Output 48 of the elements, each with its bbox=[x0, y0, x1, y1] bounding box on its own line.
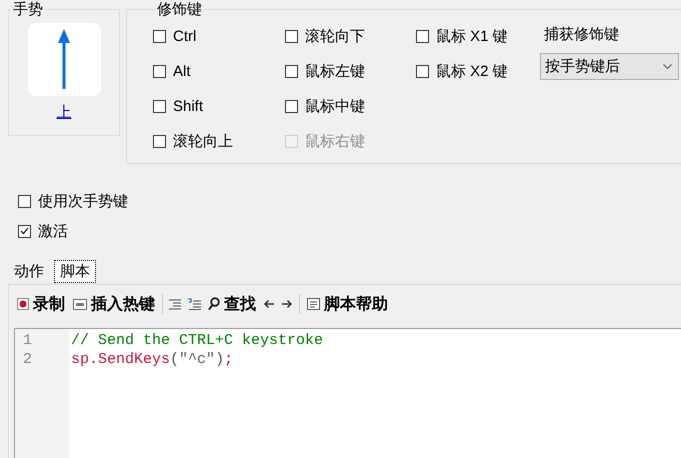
checkbox[interactable] bbox=[285, 65, 298, 78]
checkbox-label: 激活 bbox=[38, 222, 68, 240]
toolbar-button[interactable]: 插入热键 bbox=[72, 294, 156, 314]
checkbox-label: Alt bbox=[173, 63, 191, 80]
toolbar-button[interactable]: 脚本帮助 bbox=[306, 294, 389, 314]
code-line: sp.SendKeys("^c"); bbox=[71, 351, 234, 368]
checkbox[interactable] bbox=[285, 30, 298, 43]
checkbox[interactable] bbox=[153, 100, 166, 113]
line-number: 1 bbox=[23, 332, 34, 351]
checkbox-label: 鼠标中键 bbox=[305, 97, 365, 116]
checkbox-label: Shift bbox=[173, 98, 204, 115]
toolbar-button[interactable]: 录制 bbox=[16, 294, 66, 314]
capture-dropdown[interactable]: 按手势键后 bbox=[540, 53, 679, 80]
arrow-up-icon bbox=[58, 28, 70, 90]
gesture-link[interactable]: 上 bbox=[56, 103, 72, 122]
checkbox-label: 滚轮向上 bbox=[173, 132, 233, 151]
checkbox[interactable] bbox=[285, 100, 298, 113]
checkbox-label: Ctrl bbox=[173, 28, 196, 45]
group-title: 手势 bbox=[12, 0, 44, 19]
arrow-right-icon[interactable] bbox=[281, 299, 293, 309]
checkbox-label: 鼠标 X1 键 bbox=[436, 27, 508, 46]
checkbox[interactable] bbox=[416, 65, 429, 78]
checkbox-label: 滚轮向下 bbox=[305, 27, 365, 46]
field-label: 捕获修饰键 bbox=[544, 25, 620, 45]
document-icon bbox=[307, 298, 320, 310]
indent-icon bbox=[169, 298, 181, 310]
checkbox-label: 鼠标左键 bbox=[305, 62, 365, 81]
toolbar-button[interactable]: 查找 bbox=[207, 294, 257, 314]
record-icon bbox=[17, 298, 29, 310]
search-icon bbox=[208, 297, 220, 311]
line-number: 2 bbox=[23, 351, 34, 370]
checkbox[interactable] bbox=[153, 135, 166, 148]
checkbox-label: 鼠标右键 bbox=[305, 132, 365, 151]
group-title: 修饰键 bbox=[156, 0, 203, 19]
code-editor[interactable]: 1 2 // Send the CTRL+C keystroke sp.SendKeys("^c"); bbox=[14, 328, 681, 458]
comment-lines-icon bbox=[187, 298, 201, 310]
checkbox[interactable] bbox=[18, 194, 31, 208]
checkbox[interactable] bbox=[416, 30, 429, 43]
tab[interactable]: 脚本 bbox=[54, 260, 96, 283]
code-line: // Send the CTRL+C keystroke bbox=[71, 332, 324, 349]
checkbox-label: 使用次手势键 bbox=[38, 192, 128, 210]
checkbox[interactable] bbox=[153, 30, 166, 43]
checkbox[interactable] bbox=[18, 224, 31, 238]
arrow-left-icon[interactable] bbox=[263, 299, 275, 309]
keyboard-icon bbox=[73, 298, 87, 310]
chevron-down-icon bbox=[663, 64, 672, 69]
checkbox-label: 鼠标 X2 键 bbox=[436, 62, 508, 81]
checkbox[interactable] bbox=[153, 65, 166, 78]
